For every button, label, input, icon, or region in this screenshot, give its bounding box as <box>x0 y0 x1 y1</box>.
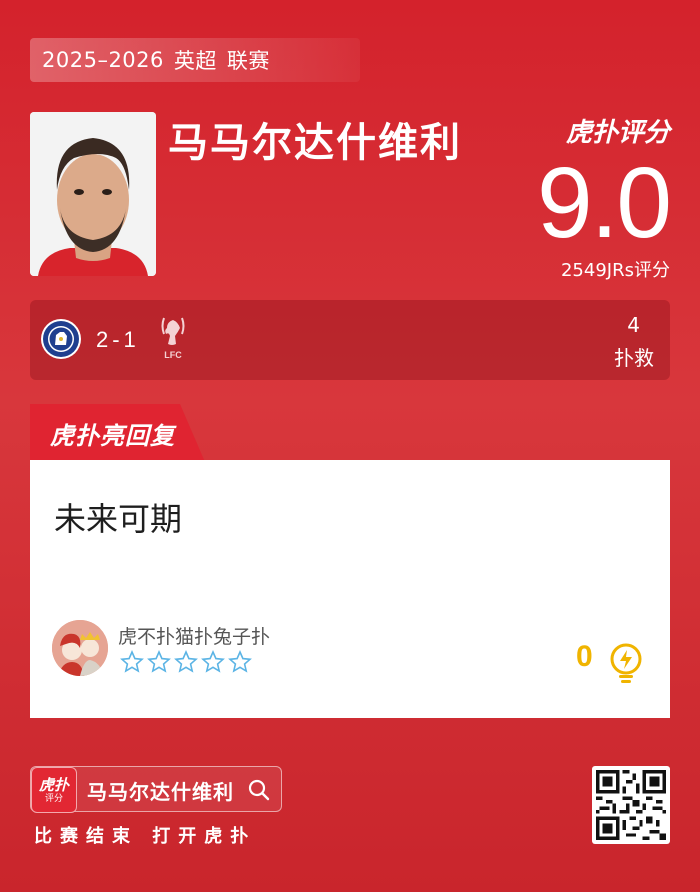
search-query: 马马尔达什维利 <box>87 780 234 804</box>
user-name[interactable]: 虎不扑猫扑兔子扑 <box>118 622 270 649</box>
user-avatar[interactable] <box>52 620 108 676</box>
star-empty-icon <box>147 650 171 673</box>
user-rating-stars <box>120 650 252 674</box>
qr-code <box>592 766 670 844</box>
match-summary[interactable]: 2-1 LFC 4 扑救 <box>30 300 670 380</box>
rating-score: 9.0 <box>536 147 672 259</box>
competition-name: 联赛 <box>226 49 270 73</box>
app-search-bar[interactable]: 虎扑 评分 马马尔达什维利 <box>30 766 282 813</box>
like-count: 0 <box>576 640 593 673</box>
player-photo <box>30 112 156 276</box>
season-bar: 2025–2026 英超 联赛 <box>30 38 360 82</box>
hupu-app-icon[interactable]: 虎扑 评分 <box>31 767 77 813</box>
svg-text:LFC: LFC <box>164 350 182 360</box>
rating-count: 2549JRs评分 <box>560 260 670 281</box>
app-icon-label: 虎扑 <box>38 775 69 794</box>
comment-text: 未来可期 <box>54 500 183 538</box>
league-name: 英超 <box>173 49 217 73</box>
star-empty-icon <box>201 650 225 673</box>
match-score: 2-1 <box>96 327 140 352</box>
star-empty-icon <box>228 650 252 673</box>
season-years: 2025–2026 <box>42 48 164 72</box>
app-icon-sublabel: 评分 <box>44 793 63 804</box>
chelsea-crest-icon <box>41 319 81 359</box>
rating-brand-logo: 虎扑评分 <box>565 118 670 148</box>
open-app-cta[interactable]: 比赛结束 打开虎扑 <box>34 822 256 848</box>
liverpool-crest-icon: LFC <box>161 317 185 360</box>
comment-card[interactable]: 未来可期 虎不扑猫扑兔子扑 0 <box>30 460 670 718</box>
stat-value: 4 <box>627 313 640 337</box>
lightbulb-like-icon[interactable] <box>608 642 644 684</box>
star-empty-icon <box>120 650 144 673</box>
highlight-reply-tab: 虎扑亮回复 <box>30 404 205 462</box>
player-name: 马马尔达什维利 <box>168 120 462 166</box>
stat-label: 扑救 <box>614 346 654 370</box>
star-empty-icon <box>174 650 198 673</box>
search-icon[interactable] <box>247 778 271 802</box>
